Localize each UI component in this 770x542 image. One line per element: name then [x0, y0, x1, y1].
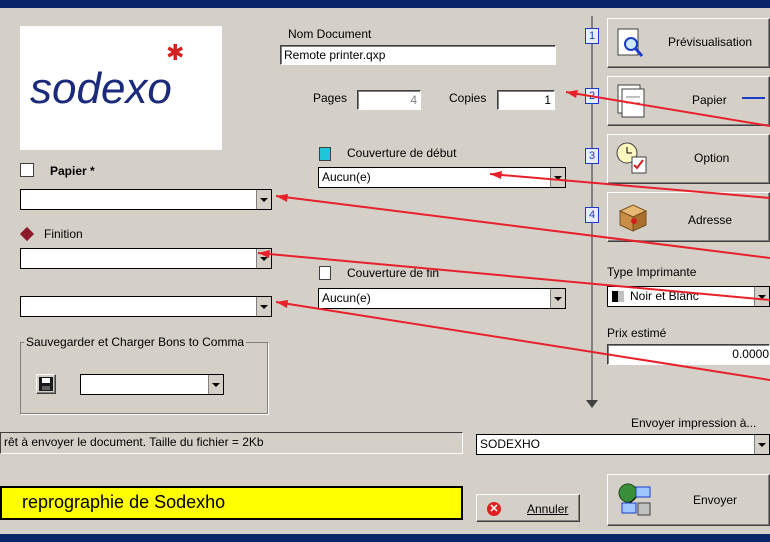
annotation-arrows: [257, 90, 770, 381]
arrow-copies-head: [566, 90, 578, 98]
arrow-cover-start: [489, 173, 770, 199]
arrow-binding: [275, 301, 770, 381]
arrow-paper: [275, 195, 770, 259]
arrow-copies: [565, 91, 770, 127]
arrow-finish: [257, 252, 770, 301]
arrow-paper-head: [276, 194, 288, 202]
arrow-binding-head: [276, 300, 288, 308]
